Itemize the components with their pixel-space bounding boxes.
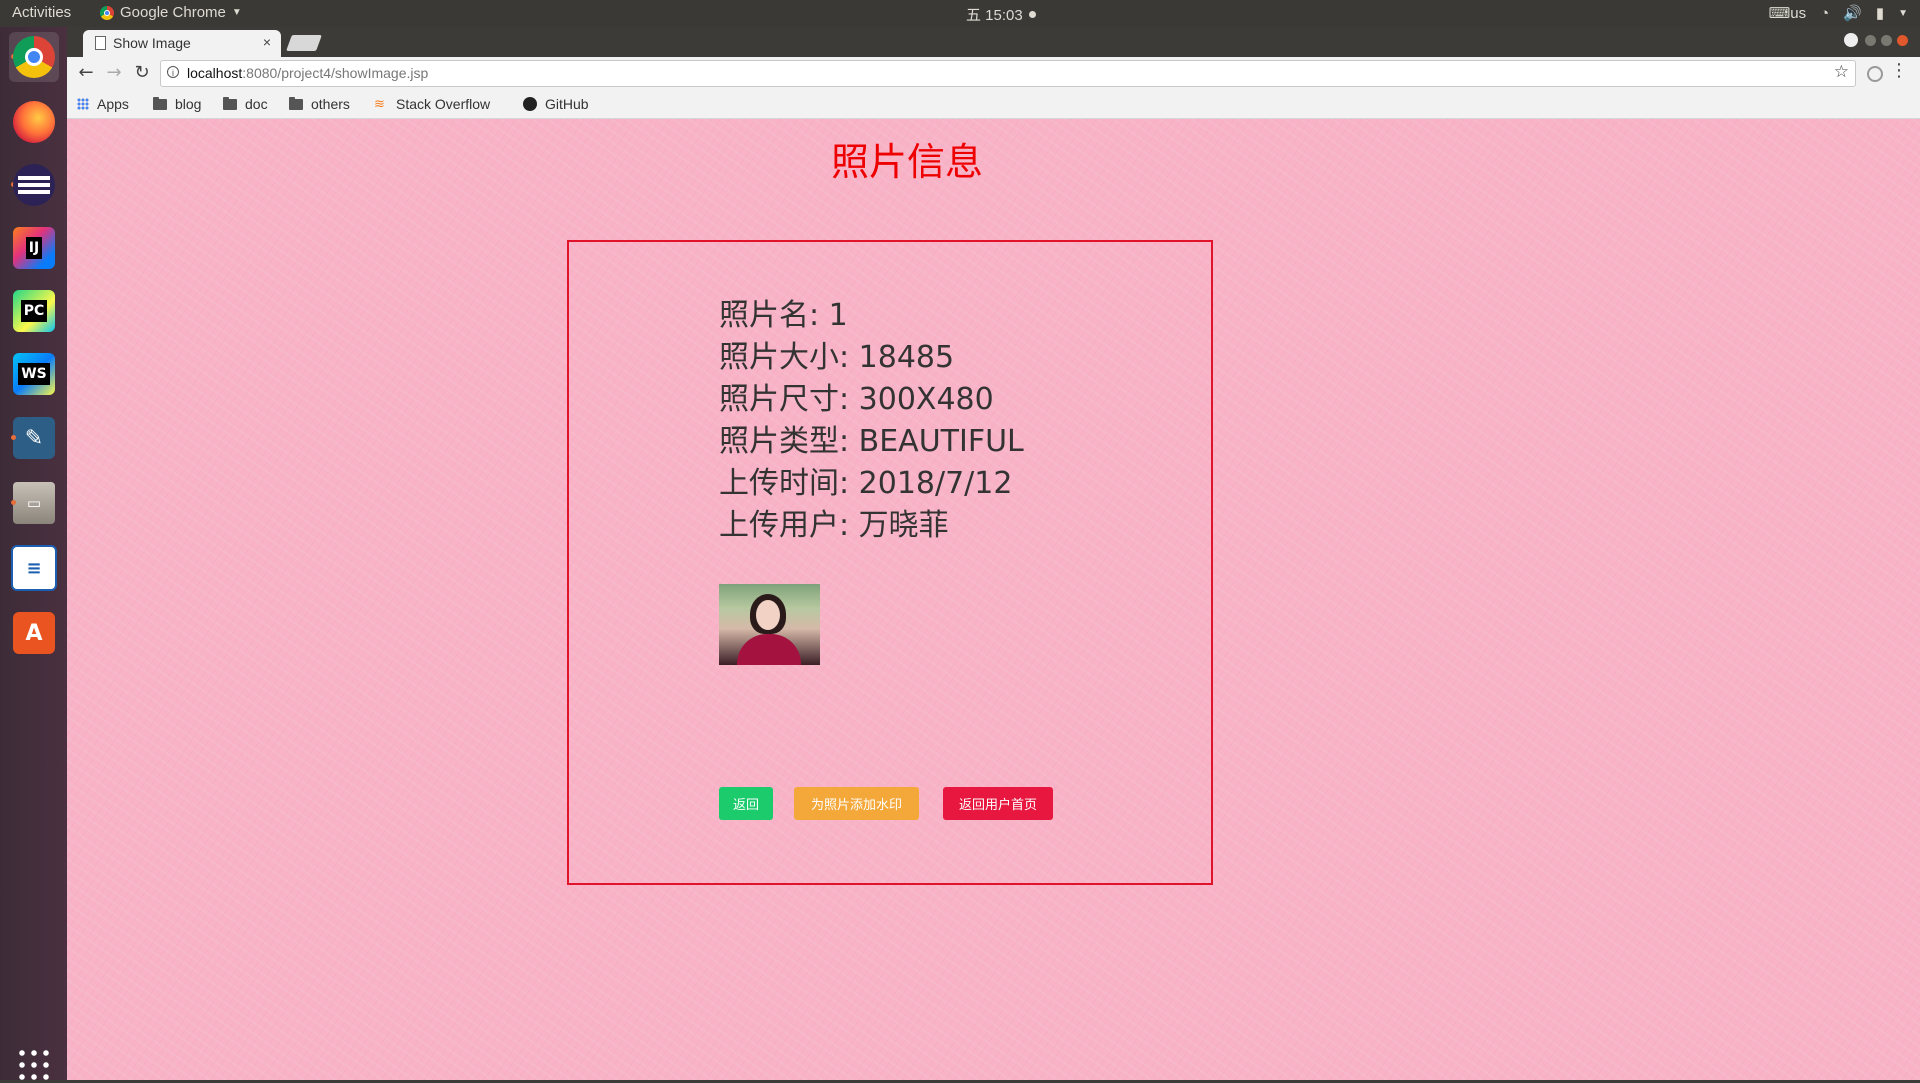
page-title: 照片信息 <box>830 140 983 184</box>
chrome-icon <box>13 36 55 78</box>
keyboard-layout: us <box>1790 5 1807 22</box>
upload-time: 上传时间: 2018/7/12 <box>719 466 1013 501</box>
folder-icon <box>223 96 237 110</box>
profile-icon[interactable] <box>1844 33 1858 47</box>
mysql-workbench-icon: ✎ <box>13 417 55 459</box>
address-bar[interactable]: i localhost:8080/project4/showImage.jsp … <box>160 60 1856 87</box>
running-indicator <box>11 435 16 440</box>
launcher-chrome[interactable] <box>9 32 59 82</box>
back-button[interactable]: 返回 <box>719 787 773 820</box>
folder-icon <box>153 96 167 110</box>
photo-thumbnail <box>719 584 820 665</box>
launcher-intellij[interactable]: IJ <box>9 223 59 273</box>
tab-show-image[interactable]: Show Image × <box>83 30 281 57</box>
launcher-webstorm[interactable]: WS <box>9 349 59 399</box>
intellij-icon: IJ <box>13 227 55 269</box>
launcher-files[interactable]: ▭ <box>9 478 59 528</box>
launcher-pycharm[interactable]: PC <box>9 286 59 336</box>
clock[interactable]: 五 15:03 <box>966 4 1036 25</box>
files-icon: ▭ <box>13 482 55 524</box>
firefox-icon <box>13 101 55 143</box>
system-tray[interactable]: ⌨us ◔ 🔊 ▮ ▼ <box>1769 4 1908 23</box>
tab-close-icon[interactable]: × <box>263 34 271 50</box>
launcher-firefox[interactable] <box>9 97 59 147</box>
photo-size: 照片大小: 18485 <box>719 340 955 375</box>
url-host: localhost <box>187 65 243 81</box>
photo-name: 照片名: 1 <box>719 298 848 333</box>
clock-label: 五 15:03 <box>966 7 1023 24</box>
site-info-icon[interactable]: i <box>167 66 179 78</box>
photo-clothing <box>737 634 801 665</box>
apps-grid-icon <box>77 98 89 110</box>
activities-button[interactable]: Activities <box>12 4 71 21</box>
libreoffice-writer-icon: ≡ <box>11 545 57 591</box>
wifi-icon[interactable]: ◔ <box>1820 5 1829 22</box>
app-menu[interactable]: Google Chrome ▼ <box>100 4 242 21</box>
new-tab-button[interactable] <box>286 35 322 51</box>
chrome-small-icon <box>100 5 114 20</box>
folder-icon <box>289 96 303 110</box>
add-watermark-button[interactable]: 为照片添加水印 <box>794 787 919 820</box>
bookmark-doc[interactable]: doc <box>223 96 268 112</box>
bookmark-github[interactable]: GitHub <box>523 96 589 112</box>
kebab-menu-icon[interactable]: ⋮ <box>1890 62 1908 80</box>
bookmark-apps[interactable]: Apps <box>77 96 129 112</box>
browser-toolbar: ← → ↻ i localhost:8080/project4/showImag… <box>67 57 1920 90</box>
notification-dot-icon <box>1028 11 1036 18</box>
webstorm-icon: WS <box>13 353 55 395</box>
url-path: :8080/project4/showImage.jsp <box>242 65 429 81</box>
chevron-down-icon: ▼ <box>231 7 242 18</box>
bookmark-label: blog <box>175 96 202 112</box>
minimize-button[interactable] <box>1865 35 1876 46</box>
launcher-eclipse[interactable] <box>9 160 59 210</box>
page-icon <box>95 36 106 50</box>
browser-window: Show Image × ← → ↻ i localhost:8080/proj… <box>67 27 1920 1080</box>
back-arrow-icon[interactable]: ← <box>75 62 97 84</box>
running-indicator <box>11 500 16 505</box>
volume-icon[interactable]: 🔊 <box>1843 4 1862 22</box>
window-controls <box>1865 35 1908 46</box>
photo-dimension: 照片尺寸: 300X480 <box>719 382 994 417</box>
github-icon <box>523 97 537 111</box>
software-center-icon: A <box>13 612 55 654</box>
url-text: localhost:8080/project4/showImage.jsp <box>187 65 428 81</box>
bookmark-label: doc <box>245 96 268 112</box>
reload-icon[interactable]: ↻ <box>131 62 153 84</box>
launcher-software-center[interactable]: A <box>9 608 59 658</box>
system-top-bar: Activities Google Chrome ▼ 五 15:03 ⌨us ◔… <box>0 0 1920 27</box>
bookmark-label: Apps <box>97 96 129 112</box>
launcher-mysql-workbench[interactable]: ✎ <box>9 413 59 463</box>
bookmark-label: GitHub <box>545 96 589 112</box>
close-window-button[interactable] <box>1897 35 1908 46</box>
tab-strip: Show Image × <box>67 27 1920 57</box>
photo-info-panel: 照片名: 1 照片大小: 18485 照片尺寸: 300X480 照片类型: B… <box>567 240 1213 885</box>
bookmarks-bar: Apps blog doc others ≋ Stack Overflow Gi… <box>67 90 1920 119</box>
bookmark-stack-overflow[interactable]: ≋ Stack Overflow <box>374 96 490 112</box>
extension-icon[interactable] <box>1867 66 1883 82</box>
bookmark-label: Stack Overflow <box>396 96 491 112</box>
return-user-home-button[interactable]: 返回用户首页 <box>943 787 1053 820</box>
app-menu-label: Google Chrome <box>120 4 226 21</box>
bookmark-others[interactable]: others <box>289 96 350 112</box>
stack-overflow-icon: ≋ <box>374 96 385 111</box>
maximize-button[interactable] <box>1881 35 1892 46</box>
tab-title: Show Image <box>113 35 191 51</box>
forward-arrow-icon[interactable]: → <box>103 62 125 84</box>
photo-type: 照片类型: BEAUTIFUL <box>719 424 1024 459</box>
launcher-writer[interactable]: ≡ <box>9 543 59 593</box>
show-apps-icon[interactable] <box>16 1047 52 1083</box>
battery-icon[interactable]: ▮ <box>1876 4 1884 22</box>
photo-face <box>756 600 780 630</box>
eclipse-icon <box>13 164 55 206</box>
bookmark-blog[interactable]: blog <box>153 96 201 112</box>
pycharm-icon: PC <box>13 290 55 332</box>
keyboard-icon[interactable]: ⌨us <box>1769 4 1807 22</box>
page-viewport: 照片信息 照片名: 1 照片大小: 18485 照片尺寸: 300X480 照片… <box>67 119 1920 1080</box>
upload-user: 上传用户: 万晓菲 <box>719 508 949 543</box>
launcher-dock: IJ PC WS ✎ ▭ ≡ A <box>0 27 68 1083</box>
bookmark-star-icon[interactable]: ☆ <box>1834 62 1849 82</box>
system-menu-chevron-icon[interactable]: ▼ <box>1898 8 1908 19</box>
bookmark-label: others <box>311 96 350 112</box>
